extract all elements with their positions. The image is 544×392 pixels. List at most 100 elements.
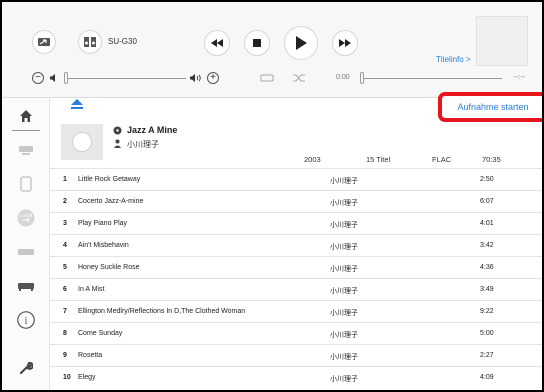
cd-placeholder-icon [72,132,92,152]
track-row[interactable]: 2 Cocerto Jazz-A-mine 小川理子 6:07 [50,190,542,212]
track-row[interactable]: 8 Come Sunday 小川理子 5:00 [50,322,542,344]
sidebar-divider [12,130,40,131]
track-duration: 5:00 [480,330,494,337]
track-title: Ain't Misbehavin [78,242,129,249]
track-title: Ellington Medlry/Reflections In D,The Cl… [78,308,246,315]
sidebar-item-local[interactable]: Local [16,208,36,228]
volume-position-row: − + 0:00 --:-- [2,70,542,86]
album-icon [113,126,122,135]
album-detail: Aufnahme starten Jazz A Mine 小川理子 2003 1… [50,92,542,390]
track-artist: 小川理子 [330,266,358,273]
playback-header: SU-G30 Titelinfo > − + 0:00 --:-- [2,2,542,98]
album-format: FLAC [432,155,452,164]
sidebar-item-amplifier[interactable] [16,242,36,262]
track-number: 7 [63,308,67,315]
stop-icon [253,39,261,47]
track-number: 4 [63,242,67,249]
track-row[interactable]: 5 Honey Suckle Rose 小川理子 4:36 [50,256,542,278]
track-duration: 2:27 [480,352,494,359]
volume-slider-thumb[interactable] [64,72,68,84]
track-artist: 小川理子 [330,200,358,207]
track-row[interactable]: 10 Elegy 小川理子 4:09 [50,366,542,388]
repeat-icon[interactable] [260,73,274,83]
track-title: Cocerto Jazz-A-mine [78,198,144,205]
track-artist: 小川理子 [330,244,358,251]
home-icon [20,110,32,122]
track-duration: 4:09 [480,374,494,381]
info-icon: i [17,311,35,329]
album-year: 2003 [304,155,321,164]
track-number: 6 [63,286,67,293]
track-list: 1 Little Rock Getaway 小川理子 2:50 2 Cocerto Ja… [50,168,542,388]
album-track-count: 15 Titel [366,155,391,164]
track-artist: 小川理子 [330,178,358,185]
sidebar-item-settings[interactable] [16,358,36,378]
track-number: 8 [63,330,67,337]
track-number: 5 [63,264,67,271]
previous-track-button[interactable] [204,30,230,56]
device-name[interactable]: SU-G30 [108,37,137,46]
track-duration: 3:49 [480,286,494,293]
track-number: 3 [63,220,67,227]
shortcut-icon [38,38,50,46]
track-artist: 小川理子 [330,376,358,383]
wrench-icon [20,361,33,374]
stop-button[interactable] [244,30,270,56]
track-row[interactable]: 9 Rosetta 小川理子 2:27 [50,344,542,366]
track-title: Little Rock Getaway [78,176,141,183]
device-select-button[interactable] [78,30,102,54]
album-artist: 小川理子 [127,140,159,149]
start-recording-button[interactable]: Aufnahme starten [438,92,542,122]
track-title: Come Sunday [78,330,123,337]
volume-slider[interactable] [64,78,186,79]
track-number: 1 [63,176,67,183]
now-playing-artwork[interactable] [476,16,528,66]
track-row[interactable]: 1 Little Rock Getaway 小川理子 2:50 [50,168,542,190]
track-duration: 4:01 [480,220,494,227]
sidebar-item-info[interactable]: i [16,310,36,330]
play-icon [296,36,307,50]
track-number: 2 [63,198,67,205]
info-label: i [25,316,28,327]
shortcut-button[interactable] [32,30,56,54]
titelinfo-link[interactable]: Titelinfo > [436,55,471,64]
sidebar-item-home[interactable] [16,106,36,126]
play-button[interactable] [284,26,318,60]
eject-icon[interactable] [70,98,84,110]
sidebar-item-speaker-system[interactable] [16,276,36,296]
previous-icon [211,39,223,47]
track-title: Honey Suckle Rose [78,264,140,271]
sidebar: Local i [2,98,50,390]
track-duration: 3:42 [480,242,494,249]
sidebar-item-tablet[interactable] [16,174,36,194]
app-window: SU-G30 Titelinfo > − + 0:00 --:-- Local … [0,0,544,392]
track-row[interactable]: 6 In A Mist 小川理子 3:49 [50,278,542,300]
album-title: Jazz A Mine [127,125,178,135]
album-duration: 70:35 [482,155,501,164]
position-slider[interactable] [364,78,502,79]
track-number: 10 [63,374,71,381]
shuffle-icon[interactable] [292,73,306,83]
track-row[interactable]: 4 Ain't Misbehavin 小川理子 3:42 [50,234,542,256]
track-duration: 4:36 [480,264,494,271]
speaker-low-icon [50,74,55,82]
track-artist: 小川理子 [330,288,358,295]
next-icon [339,39,351,47]
sidebar-item-network-device[interactable] [16,140,36,160]
track-duration: 6:07 [480,198,494,205]
volume-down-button[interactable]: − [32,72,44,84]
track-title: In A Mist [78,286,105,293]
local-source-icon: Local [17,209,35,227]
album-cover [61,124,103,160]
album-header: Jazz A Mine 小川理子 2003 15 Titel FLAC 70:3… [50,122,542,164]
track-duration: 2:50 [480,176,494,183]
artist-icon [114,139,121,148]
track-row[interactable]: 3 Play Piano Play 小川理子 4:01 [50,212,542,234]
track-row[interactable]: 7 Ellington Medlry/Reflections In D,The C… [50,300,542,322]
amplifier-icon [18,249,34,255]
tablet-icon [20,176,32,192]
speaker-system-icon [18,283,34,291]
volume-up-button[interactable]: + [207,72,219,84]
track-artist: 小川理子 [330,354,358,361]
next-track-button[interactable] [332,30,358,56]
